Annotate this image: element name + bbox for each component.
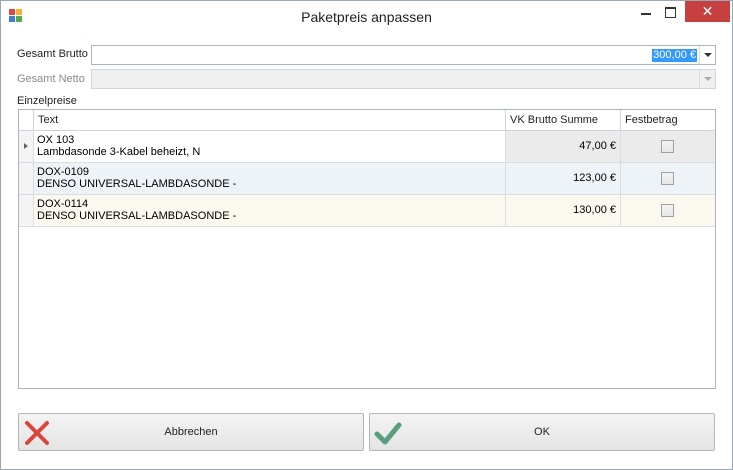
text-cell[interactable]: OX 103 Lambdasonde 3-Kabel beheizt, N [34, 131, 506, 162]
festbetrag-checkbox[interactable] [661, 204, 674, 217]
ok-button[interactable]: OK [369, 413, 715, 451]
cancel-button-label: Abbrechen [164, 426, 218, 438]
maximize-button[interactable] [657, 1, 684, 23]
festbetrag-cell[interactable] [621, 163, 715, 194]
article-description: Lambdasonde 3-Kabel beheizt, N [37, 146, 201, 158]
article-description: DENSO UNIVERSAL-LAMBDASONDE - [37, 178, 237, 190]
cancel-button[interactable]: Abbrechen [18, 413, 364, 451]
gesamt-brutto-label: Gesamt Brutto [17, 48, 88, 60]
table-row[interactable]: DOX-0114 DENSO UNIVERSAL-LAMBDASONDE - 1… [19, 195, 715, 227]
gesamt-brutto-combo[interactable]: 300,00 € [91, 45, 716, 65]
table-row[interactable]: DOX-0109 DENSO UNIVERSAL-LAMBDASONDE - 1… [19, 163, 715, 195]
festbetrag-checkbox[interactable] [661, 172, 674, 185]
grid-header: Text VK Brutto Summe Festbetrag [19, 110, 715, 131]
current-row-arrow-icon [24, 143, 28, 149]
article-number: DOX-0114 [37, 198, 89, 210]
gesamt-netto-combo [91, 69, 716, 89]
column-header-festbetrag[interactable]: Festbetrag [621, 110, 715, 130]
einzelpreise-label: Einzelpreise [17, 95, 77, 107]
festbetrag-cell[interactable] [621, 131, 715, 162]
gesamt-netto-label: Gesamt Netto [17, 73, 85, 85]
chevron-down-icon [699, 70, 715, 88]
festbetrag-checkbox[interactable] [661, 140, 674, 153]
festbetrag-cell[interactable] [621, 195, 715, 226]
title-bar: Paketpreis anpassen ✕ [1, 1, 732, 33]
vk-brutto-summe-cell[interactable]: 47,00 € [506, 131, 621, 162]
article-description: DENSO UNIVERSAL-LAMBDASONDE - [37, 210, 237, 222]
gesamt-brutto-value[interactable]: 300,00 € [652, 49, 697, 62]
einzelpreise-grid[interactable]: Text VK Brutto Summe Festbetrag OX 103 L… [18, 109, 716, 389]
row-indicator[interactable] [19, 131, 34, 162]
row-indicator[interactable] [19, 163, 34, 194]
vk-brutto-summe-cell[interactable]: 123,00 € [506, 163, 621, 194]
chevron-down-icon[interactable] [699, 46, 715, 64]
close-button[interactable]: ✕ [685, 1, 730, 22]
vk-brutto-summe-cell[interactable]: 130,00 € [506, 195, 621, 226]
article-number: OX 103 [37, 134, 75, 146]
row-indicator[interactable] [19, 195, 34, 226]
table-row[interactable]: OX 103 Lambdasonde 3-Kabel beheizt, N 47… [19, 131, 715, 163]
ok-button-label: OK [534, 426, 550, 438]
text-cell[interactable]: DOX-0109 DENSO UNIVERSAL-LAMBDASONDE - [34, 163, 506, 194]
column-header-text[interactable]: Text [34, 110, 506, 130]
row-indicator-header [19, 110, 34, 130]
text-cell[interactable]: DOX-0114 DENSO UNIVERSAL-LAMBDASONDE - [34, 195, 506, 226]
window-title: Paketpreis anpassen [301, 9, 432, 25]
column-header-vk-brutto-summe[interactable]: VK Brutto Summe [506, 110, 621, 130]
article-number: DOX-0109 [37, 166, 89, 178]
dialog-window: Paketpreis anpassen ✕ Gesamt Brutto 300,… [0, 0, 733, 470]
